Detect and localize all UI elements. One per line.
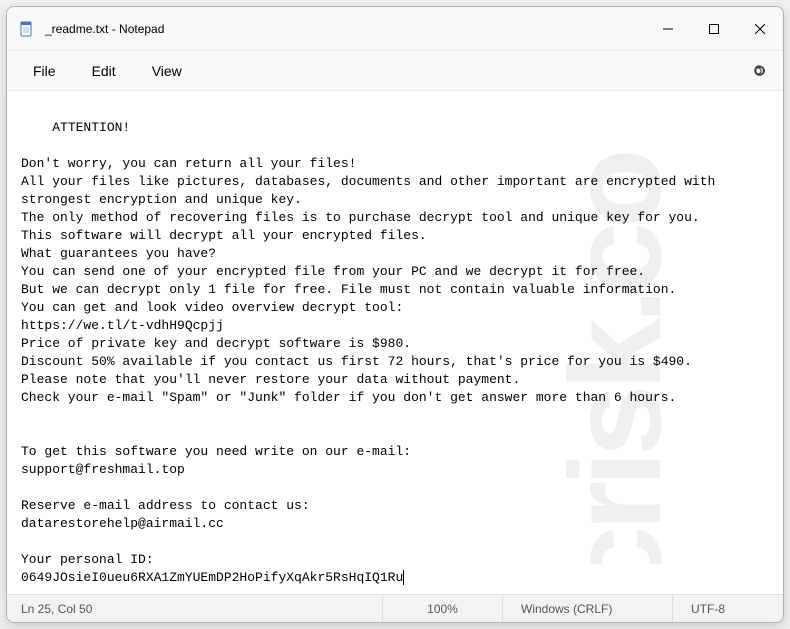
text-caret <box>403 570 404 585</box>
gear-icon <box>750 63 766 79</box>
status-position: Ln 25, Col 50 <box>7 595 383 622</box>
status-lineend: Windows (CRLF) <box>503 595 673 622</box>
minimize-button[interactable] <box>645 7 691 50</box>
statusbar: Ln 25, Col 50 100% Windows (CRLF) UTF-8 <box>7 594 783 622</box>
menu-file[interactable]: File <box>15 57 74 85</box>
menu-edit[interactable]: Edit <box>74 57 134 85</box>
notepad-window: _readme.txt - Notepad File Edit View pcr… <box>6 6 784 623</box>
menu-view[interactable]: View <box>134 57 200 85</box>
settings-button[interactable] <box>741 54 775 88</box>
window-title: _readme.txt - Notepad <box>45 22 164 36</box>
maximize-button[interactable] <box>691 7 737 50</box>
title-left: _readme.txt - Notepad <box>19 21 645 37</box>
notepad-app-icon <box>19 21 35 37</box>
close-button[interactable] <box>737 7 783 50</box>
menubar: File Edit View <box>7 51 783 91</box>
titlebar: _readme.txt - Notepad <box>7 7 783 51</box>
status-zoom: 100% <box>383 595 503 622</box>
text-content-area[interactable]: pcrisk.com ATTENTION! Don't worry, you c… <box>7 91 783 594</box>
status-encoding: UTF-8 <box>673 595 783 622</box>
window-controls <box>645 7 783 50</box>
document-text: ATTENTION! Don't worry, you can return a… <box>21 120 723 585</box>
